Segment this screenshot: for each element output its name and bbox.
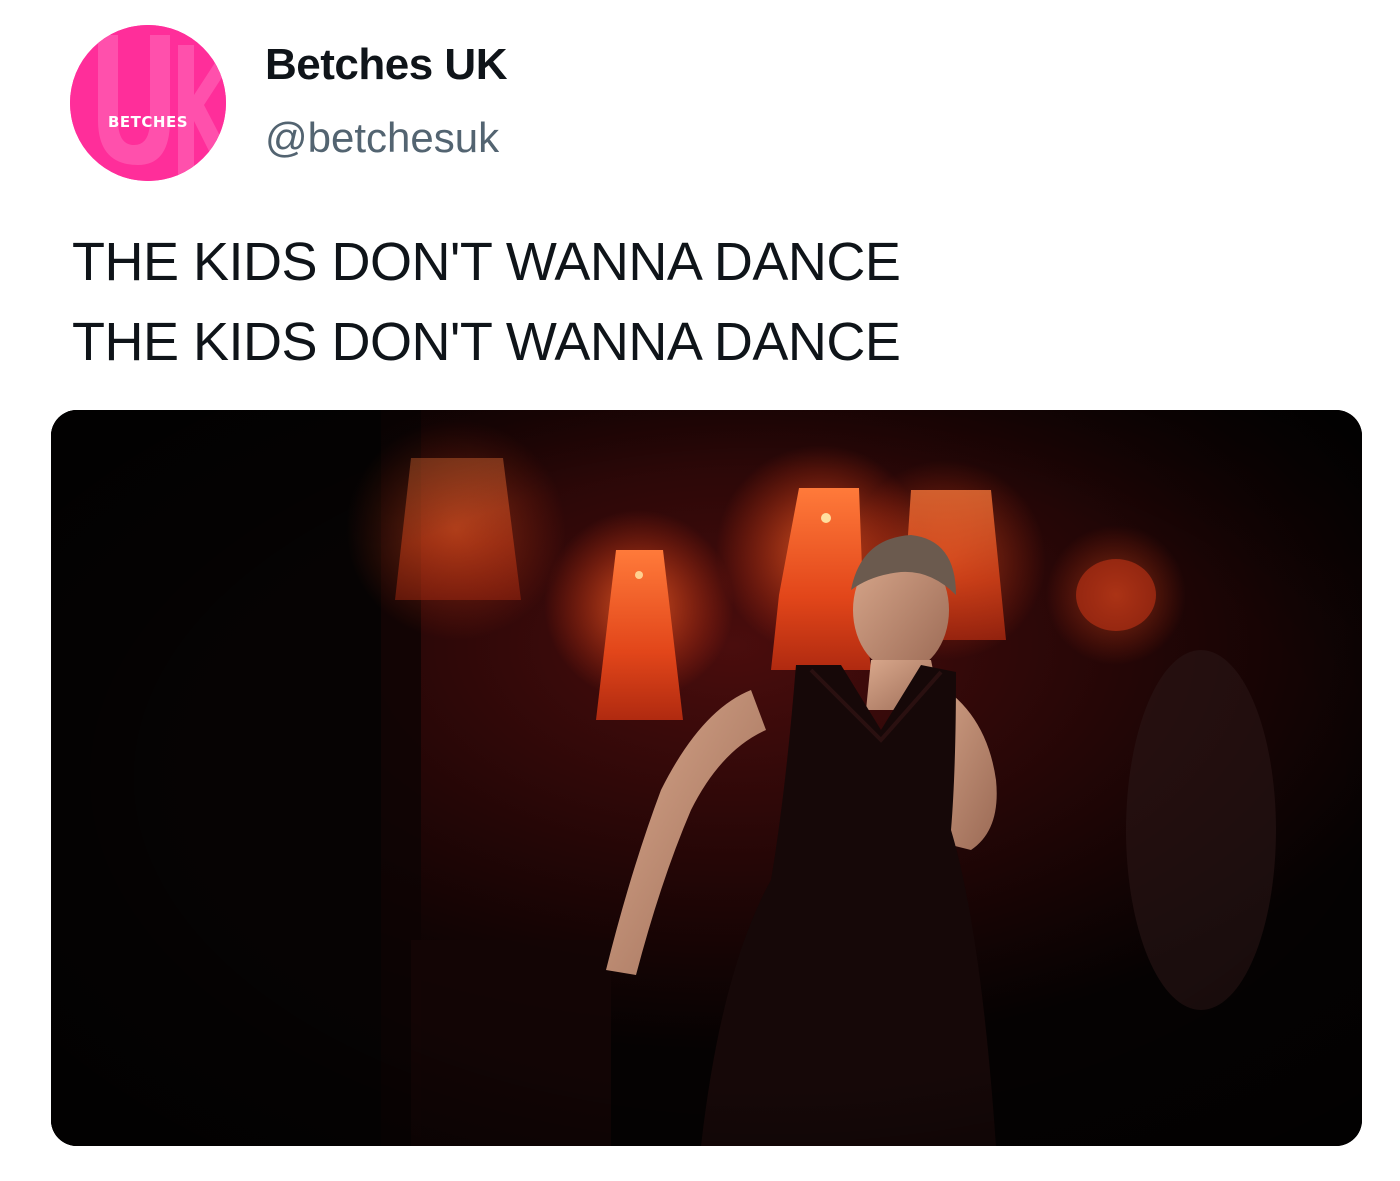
display-name[interactable]: Betches UK — [265, 40, 507, 90]
video-frame-image — [51, 410, 1362, 1146]
avatar[interactable]: BETCHES — [70, 25, 226, 181]
tweet-card: BETCHES Betches UK @betchesuk THE KIDS D… — [0, 0, 1400, 1181]
betches-uk-logo-icon — [70, 25, 226, 181]
avatar-logo-text: BETCHES — [107, 113, 189, 131]
tweet-media-video[interactable] — [51, 410, 1362, 1146]
tweet-text: THE KIDS DON'T WANNA DANCE THE KIDS DON'… — [72, 222, 901, 382]
tweet-text-line-2: THE KIDS DON'T WANNA DANCE — [72, 312, 901, 372]
user-handle[interactable]: @betchesuk — [265, 114, 499, 162]
tweet-text-line-1: THE KIDS DON'T WANNA DANCE — [72, 232, 901, 292]
